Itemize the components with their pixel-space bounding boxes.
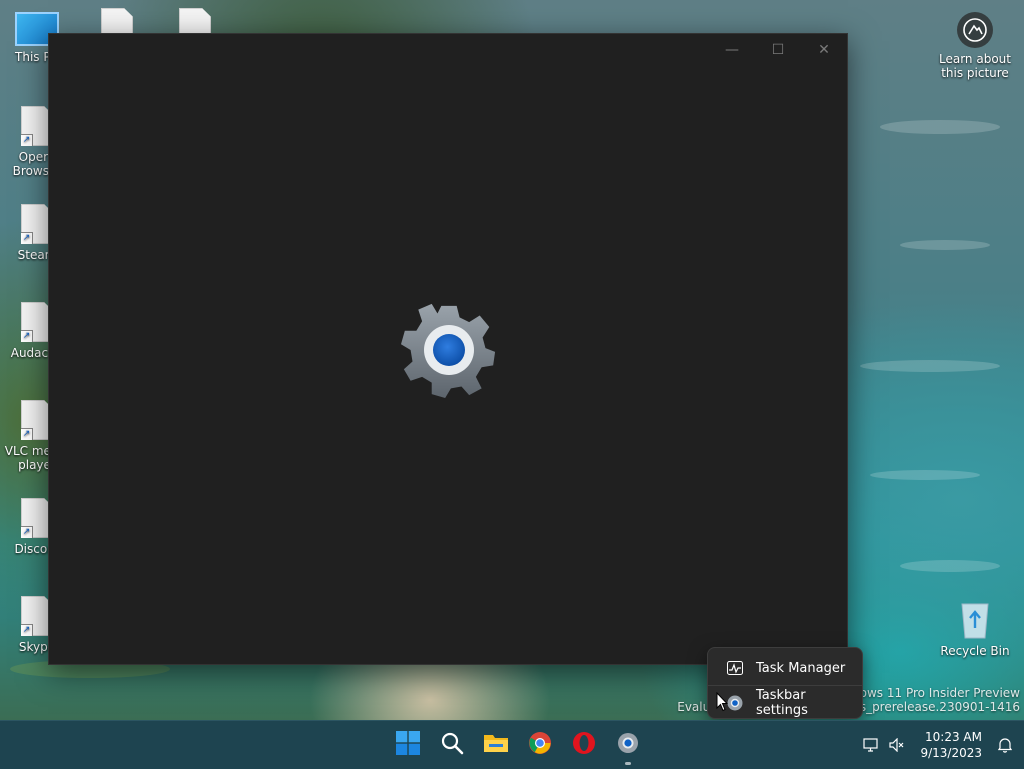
opera-icon	[572, 731, 596, 759]
windows-start-icon	[396, 731, 420, 759]
shortcut-arrow-icon: ↗	[21, 232, 33, 244]
shortcut-arrow-icon: ↗	[21, 428, 33, 440]
taskbar-opera[interactable]	[562, 721, 606, 769]
taskbar-context-menu: Task Manager Taskbar settings	[707, 647, 863, 719]
recycle-bin-icon	[958, 598, 992, 640]
search-icon	[440, 731, 464, 759]
clock-time: 10:23 AM	[925, 730, 982, 744]
taskbar-settings[interactable]	[606, 721, 650, 769]
window-titlebar-controls: — ☐ ✕	[709, 34, 847, 66]
taskbar-file-explorer[interactable]	[474, 721, 518, 769]
taskbar-search-button[interactable]	[430, 721, 474, 769]
taskbar-apps	[386, 721, 650, 769]
taskbar-start-button[interactable]	[386, 721, 430, 769]
menu-item-task-manager[interactable]: Task Manager	[712, 652, 858, 684]
volume-muted-icon[interactable]	[884, 721, 910, 769]
chrome-icon	[528, 731, 552, 759]
desktop-icon-label: Recycle Bin	[940, 644, 1010, 658]
menu-item-taskbar-settings[interactable]: Taskbar settings	[712, 687, 858, 719]
taskbar: 10:23 AM 9/13/2023	[0, 720, 1024, 769]
clock-date: 9/13/2023	[920, 746, 982, 760]
menu-item-label: Task Manager	[756, 660, 846, 676]
settings-gear-icon	[399, 300, 499, 400]
settings-gear-icon	[616, 731, 640, 759]
task-manager-icon	[726, 659, 744, 677]
mouse-cursor-icon	[716, 691, 729, 716]
close-button[interactable]: ✕	[801, 34, 847, 66]
folder-icon	[483, 732, 509, 758]
shortcut-arrow-icon: ↗	[21, 134, 33, 146]
menu-item-label: Taskbar settings	[756, 688, 808, 718]
learn-about-picture[interactable]: Learn about this picture	[938, 12, 1012, 80]
shortcut-arrow-icon: ↗	[21, 526, 33, 538]
info-icon	[957, 12, 993, 48]
menu-separator	[708, 685, 862, 686]
settings-icon	[726, 694, 744, 712]
notification-bell-icon[interactable]	[992, 721, 1018, 769]
shortcut-arrow-icon: ↗	[21, 330, 33, 342]
taskbar-clock[interactable]: 10:23 AM 9/13/2023	[910, 729, 992, 761]
shortcut-arrow-icon: ↗	[21, 624, 33, 636]
running-indicator	[625, 762, 631, 765]
taskbar-chrome[interactable]	[518, 721, 562, 769]
learn-about-line1: Learn about	[939, 52, 1011, 66]
learn-about-line2: this picture	[941, 66, 1009, 80]
minimize-button[interactable]: —	[709, 34, 755, 66]
network-icon[interactable]	[858, 721, 884, 769]
system-tray: 10:23 AM 9/13/2023	[858, 721, 1024, 769]
desktop-icon-recycle-bin[interactable]: Recycle Bin	[938, 598, 1012, 658]
maximize-button[interactable]: ☐	[755, 34, 801, 66]
settings-window[interactable]: — ☐ ✕	[48, 33, 848, 665]
